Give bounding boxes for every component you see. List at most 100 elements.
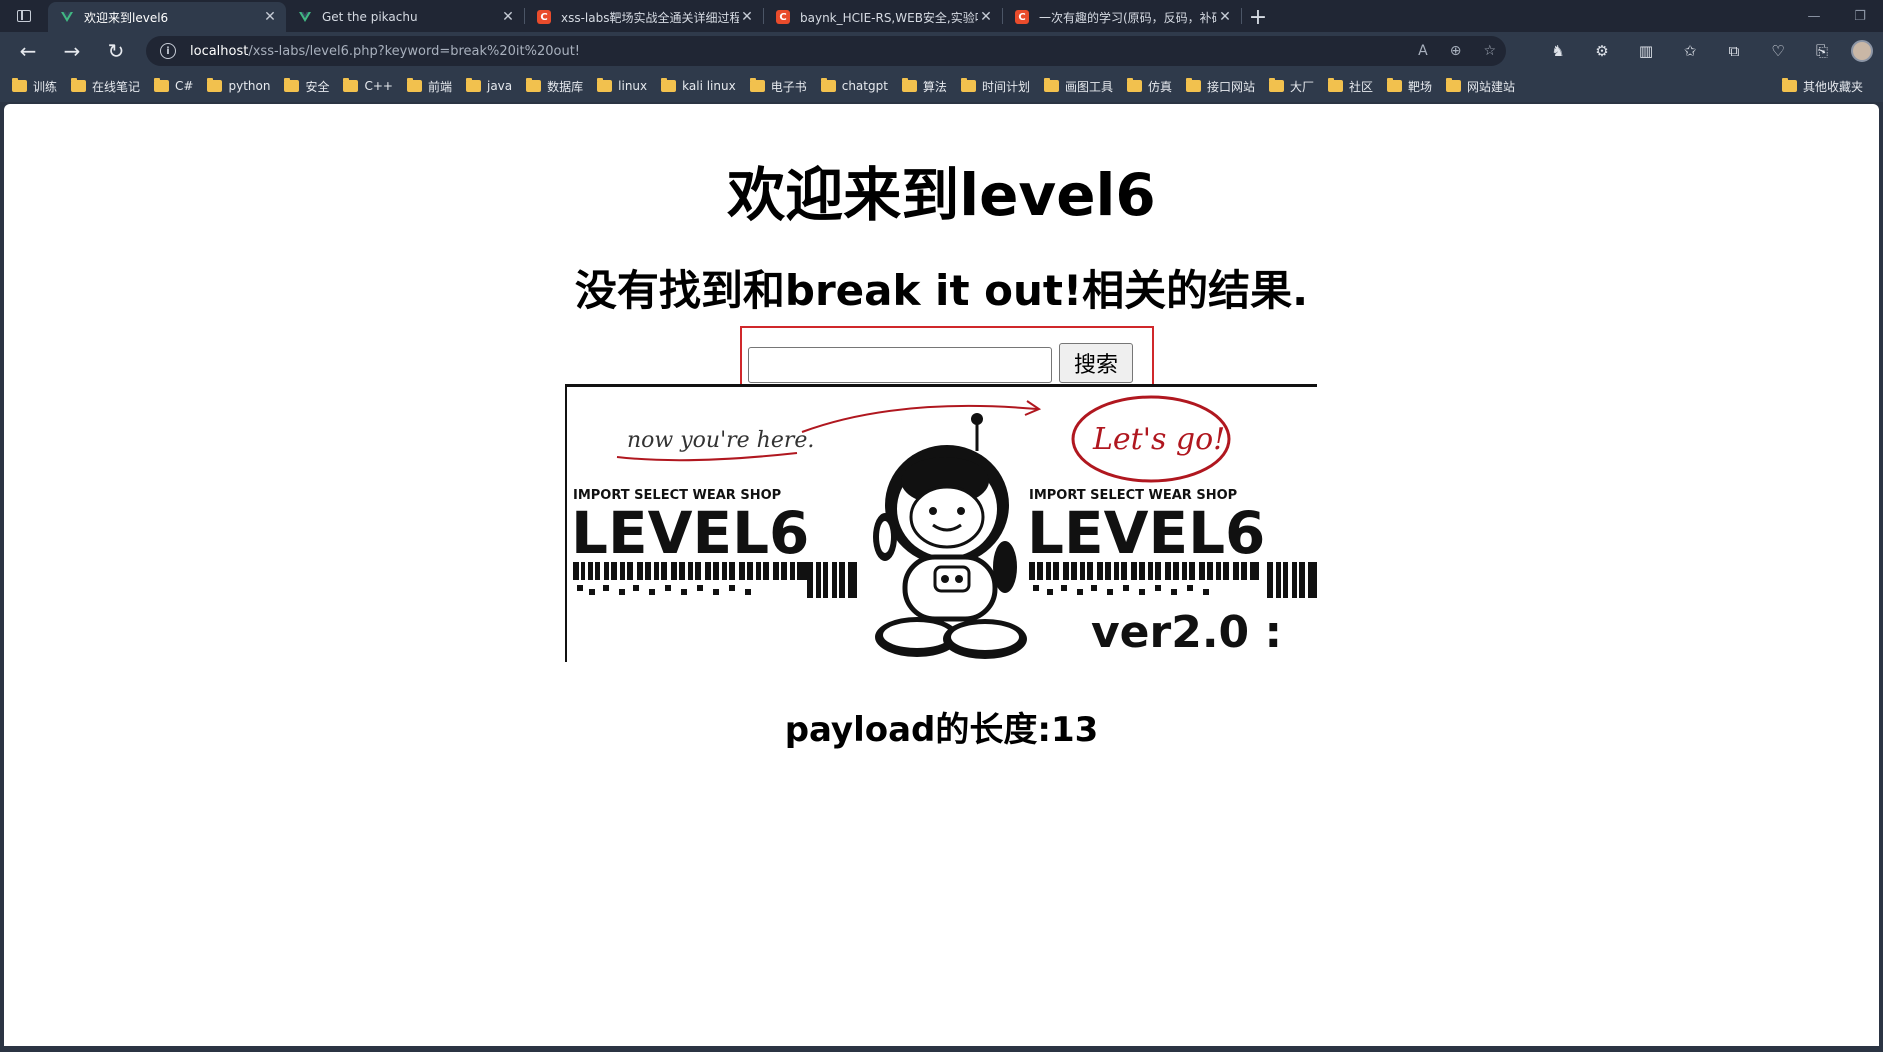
bookmark-folder[interactable]: chatgpt [820,78,888,93]
folder-icon [901,78,917,92]
bookmark-folder[interactable]: 大厂 [1269,78,1314,95]
bookmark-folder[interactable]: python [207,78,270,93]
search-result-message: 没有找到和break it out!相关的结果. [574,266,1309,315]
search-button[interactable]: 搜索 [1059,343,1133,383]
tab-complement-code[interactable]: C 一次有趣的学习(原码，反码，补码 ✕ [1003,2,1241,32]
browser-essentials-icon[interactable]: ⎘ [1807,36,1837,66]
robot-mascot-icon [873,413,1027,659]
tab-pikachu[interactable]: Get the pikachu ✕ [286,2,524,32]
bookmark-folder[interactable]: 训练 [12,78,57,95]
toolbar-actions: ♞ ⚙ ▥ ✩ ⧉ ♡ ⎘ [1543,32,1873,70]
bookmark-label: 其他收藏夹 [1802,79,1863,94]
folder-icon [597,78,613,92]
bookmark-folder[interactable]: 数据库 [526,78,583,95]
folder-icon [284,78,300,92]
bookmark-folder[interactable]: C# [154,78,193,93]
folder-icon [1781,78,1797,92]
bookmark-folder[interactable]: 社区 [1328,78,1373,95]
split-screen-icon[interactable]: ▥ [1631,36,1661,66]
collections-icon[interactable]: ⧉ [1719,36,1749,66]
reload-icon: ↻ [107,39,125,63]
folder-icon [406,78,422,92]
bookmark-folder[interactable]: 前端 [406,78,452,95]
performance-icon[interactable]: ♡ [1763,36,1793,66]
restore-icon[interactable]: ❐ [1837,0,1883,32]
folder-icon [1185,78,1201,92]
minimize-icon[interactable]: — [1791,0,1837,32]
bookmark-folder[interactable]: 仿真 [1126,78,1172,95]
window-controls: — ❐ [1791,0,1883,32]
tab-level6[interactable]: 欢迎来到level6 ✕ [48,2,286,32]
banner-level-left: LEVEL6 [571,499,809,567]
bookmark-folder[interactable]: 网站建站 [1446,78,1515,95]
new-tab-button[interactable]: + [1242,2,1274,32]
bookmark-label: java [486,79,513,93]
extension-icon[interactable]: ♞ [1543,36,1573,66]
folder-icon [960,78,976,92]
tab-title: xss-labs靶场实战全通关详细过程 [561,10,739,25]
bookmark-folder[interactable]: 电子书 [749,78,807,95]
tab-baynk[interactable]: C baynk_HCIE-RS,WEB安全,实验吧 W ✕ [764,2,1002,32]
bookmark-label: 安全 [305,79,330,94]
close-icon[interactable]: ✕ [739,9,755,25]
bookmark-folder[interactable]: C++ [343,78,393,93]
folder-icon [1269,78,1284,92]
extensions-puzzle-icon[interactable]: ⚙ [1587,36,1617,66]
bookmark-label: 前端 [427,79,452,94]
bookmark-folder[interactable]: 安全 [284,78,329,95]
bookmark-folder[interactable]: 算法 [901,78,947,95]
close-icon[interactable]: ✕ [500,9,516,25]
back-button[interactable]: ← [6,32,50,70]
bookmark-label: linux [618,79,648,93]
banner-right-note: Let's go! [1092,422,1225,457]
tab-title: Get the pikachu [322,10,418,24]
folder-icon [154,78,170,92]
favorites-icon[interactable]: ✩ [1675,36,1705,66]
bookmark-folder-other[interactable]: 其他收藏夹 [1781,70,1863,102]
close-icon[interactable]: ✕ [978,9,994,25]
bookmark-folder[interactable]: 靶场 [1387,78,1432,95]
bookmark-folder[interactable]: linux [597,78,648,93]
zoom-icon[interactable]: ⊕ [1450,43,1462,59]
bookmark-label: 数据库 [547,79,584,94]
banner-version: ver2.0 : [1091,607,1282,658]
csdn-icon: C [776,10,790,24]
bookmark-folder[interactable]: 接口网站 [1185,78,1255,95]
folder-icon [207,78,223,92]
tab-actions-icon [17,10,31,22]
folder-icon [343,78,359,92]
url-host: localhost [190,43,249,59]
page-viewport: 欢迎来到level6 没有找到和break it out!相关的结果. 搜索 n… [4,104,1879,1046]
page-title: 欢迎来到level6 [727,161,1156,229]
close-icon[interactable]: ✕ [1217,9,1233,25]
bookmark-folder[interactable]: kali linux [661,78,736,93]
tab-actions-button[interactable] [0,0,48,32]
csdn-icon: C [537,10,551,24]
forward-button[interactable]: → [50,32,94,70]
bookmark-folder[interactable]: java [465,78,513,93]
bookmark-folder[interactable]: 画图工具 [1043,78,1113,95]
reload-button[interactable]: ↻ [94,32,138,70]
tab-xss-labs-article[interactable]: C xss-labs靶场实战全通关详细过程 ✕ [525,2,763,32]
info-icon[interactable]: i [160,43,176,59]
address-bar-actions: A ⊕ ☆ [1418,36,1496,66]
folder-icon [1043,78,1059,92]
bookmark-folder[interactable]: 时间计划 [960,78,1030,95]
bookmark-label: 算法 [922,79,947,94]
folder-icon [1126,78,1142,92]
address-bar[interactable]: i localhost/xss-labs/level6.php?keyword=… [146,36,1506,66]
favorite-star-icon[interactable]: ☆ [1483,43,1496,59]
search-input[interactable] [748,347,1052,383]
profile-avatar[interactable] [1851,40,1873,62]
tab-title: 一次有趣的学习(原码，反码，补码 [1039,10,1217,25]
bookmark-folder[interactable]: 在线笔记 [71,78,140,95]
close-icon[interactable]: ✕ [262,9,278,25]
bookmarks-bar: 训练 在线笔记 C# python 安全 C++ 前端 java 数据库 lin… [0,70,1883,102]
folder-icon [820,78,836,92]
bookmark-label: 电子书 [770,79,807,94]
vue-icon [298,10,312,24]
banner-left-note: now you're here. [627,428,814,453]
folder-icon [661,78,677,92]
read-aloud-icon[interactable]: A [1418,43,1428,59]
browser-toolbar: ← → ↻ i localhost/xss-labs/level6.php?ke… [0,32,1883,70]
